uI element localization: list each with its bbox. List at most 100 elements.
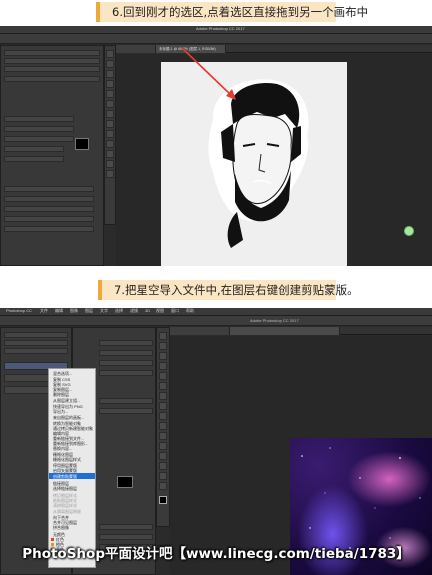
panel-row[interactable] xyxy=(4,340,68,346)
panel-row[interactable] xyxy=(4,332,68,338)
tool-button[interactable] xyxy=(106,80,114,88)
menu-item[interactable]: 编辑 xyxy=(55,308,63,314)
document-tab[interactable] xyxy=(116,45,156,53)
tool-button[interactable] xyxy=(159,432,167,440)
tool-button[interactable] xyxy=(159,382,167,390)
menu-item[interactable]: 窗口 xyxy=(171,308,179,314)
tool-button[interactable] xyxy=(106,110,114,118)
watermark: PhotoShop平面设计吧【www.linecg.com/tieba/1783… xyxy=(22,546,410,562)
tool-button[interactable] xyxy=(106,160,114,168)
panel-row[interactable] xyxy=(4,196,94,202)
tool-button[interactable] xyxy=(106,150,114,158)
menu-item[interactable]: 文字 xyxy=(100,308,108,314)
menu-item[interactable]: 帮助 xyxy=(186,308,194,314)
photoshop-screenshot-2: Photoshop CC 文件 编辑 图像 图层 文字 选择 滤镜 3D 视图 … xyxy=(0,308,432,575)
tool-button[interactable] xyxy=(159,482,167,490)
color-swatch[interactable] xyxy=(117,476,133,488)
document-tab-bar xyxy=(170,327,432,335)
tool-button[interactable] xyxy=(106,100,114,108)
tool-button[interactable] xyxy=(106,90,114,98)
tools-panel xyxy=(104,45,116,225)
tool-button[interactable] xyxy=(159,462,167,470)
menu-item[interactable]: 图像 xyxy=(70,308,78,314)
menu-item[interactable]: 视图 xyxy=(156,308,164,314)
window-title: Adobe Photoshop CC 2017 xyxy=(250,318,299,323)
tools-panel xyxy=(156,327,170,527)
create-clipping-mask-label: 创建剪贴蒙版 xyxy=(53,474,77,479)
step-7-band: 7.把星空导入文件中,在图层右键创建剪贴蒙版。 xyxy=(0,266,432,308)
step-6-caption: 6.回到刚才的选区,点着选区直接拖到另一个画布中 xyxy=(112,5,369,19)
tool-button[interactable] xyxy=(106,130,114,138)
document-tab-bar: 未标题-1 @ 66.7% (图层 1, RGB/8#) xyxy=(116,45,432,53)
menu-item[interactable]: 滤镜 xyxy=(130,308,138,314)
panel-row[interactable] xyxy=(99,524,153,530)
menu-item[interactable]: 选择链接图层 xyxy=(53,486,77,492)
panel-row[interactable] xyxy=(99,408,153,414)
layers-panel-left xyxy=(0,45,104,266)
tool-button[interactable] xyxy=(159,352,167,360)
document-tab-active[interactable]: 未标题-1 @ 66.7% (图层 1, RGB/8#) xyxy=(156,45,226,53)
foreground-color-swatch[interactable] xyxy=(159,496,167,504)
tool-button[interactable] xyxy=(159,422,167,430)
tool-button[interactable] xyxy=(159,372,167,380)
options-bar: Adobe Photoshop CC 2017 xyxy=(0,316,432,326)
panel-row[interactable] xyxy=(4,76,100,82)
tool-button[interactable] xyxy=(159,472,167,480)
panel-row[interactable] xyxy=(4,216,94,222)
options-bar xyxy=(0,34,432,44)
tool-button[interactable] xyxy=(159,342,167,350)
window-title: Adobe Photoshop CC 2017 xyxy=(196,26,245,31)
tool-button[interactable] xyxy=(159,362,167,370)
menu-item-highlighted[interactable]: 创建剪贴蒙版 xyxy=(49,473,95,479)
menu-item[interactable]: 图层 xyxy=(85,308,93,314)
photoshop-screenshot-1: Adobe Photoshop CC 2017 未标题-1 @ 66.7% (图… xyxy=(0,26,432,266)
panel-row[interactable] xyxy=(99,370,153,376)
panel-row[interactable] xyxy=(99,350,153,356)
layer-context-menu: 混合选项... 复制 CSS 复制 SVG 复制图层... 删除图层 从图层建立… xyxy=(48,368,96,568)
tool-button[interactable] xyxy=(159,442,167,450)
tool-button[interactable] xyxy=(106,50,114,58)
portrait-image xyxy=(208,79,309,248)
panel-row[interactable] xyxy=(4,58,100,64)
document-tab[interactable] xyxy=(170,327,230,335)
panel-row[interactable] xyxy=(99,340,153,346)
panel-row[interactable] xyxy=(4,348,68,354)
tool-button[interactable] xyxy=(159,402,167,410)
color-swatch[interactable] xyxy=(75,138,89,150)
tool-button[interactable] xyxy=(106,60,114,68)
panel-row[interactable] xyxy=(4,156,64,162)
panel-row[interactable] xyxy=(99,360,153,366)
menu-item[interactable]: 拼合图像 xyxy=(53,525,69,531)
tool-button[interactable] xyxy=(159,452,167,460)
tool-button[interactable] xyxy=(159,392,167,400)
green-indicator xyxy=(404,226,414,236)
panel-row[interactable] xyxy=(4,126,74,132)
tool-button[interactable] xyxy=(106,70,114,78)
tool-button[interactable] xyxy=(159,332,167,340)
tool-button[interactable] xyxy=(106,140,114,148)
tool-button[interactable] xyxy=(159,412,167,420)
app-name: Photoshop CC xyxy=(6,308,33,313)
panel-row[interactable] xyxy=(4,186,94,192)
panel-row[interactable] xyxy=(4,66,100,72)
step-7-caption: 7.把星空导入文件中,在图层右键创建剪贴蒙版。 xyxy=(114,283,359,297)
panel-row[interactable] xyxy=(4,226,94,232)
panel-row[interactable] xyxy=(4,116,74,122)
panel-row[interactable] xyxy=(4,146,64,152)
document-canvas[interactable] xyxy=(161,62,347,266)
document-tab-active[interactable] xyxy=(230,327,340,335)
tool-button[interactable] xyxy=(106,170,114,178)
menu-item[interactable]: 选择 xyxy=(115,308,123,314)
tool-button[interactable] xyxy=(106,120,114,128)
step-6-caption-bar: 6.回到刚才的选区,点着选区直接拖到另一个画布中 xyxy=(96,2,368,22)
panel-row[interactable] xyxy=(99,398,153,404)
panel-row[interactable] xyxy=(4,206,94,212)
panel-row[interactable] xyxy=(4,136,74,142)
step-6-band: 6.回到刚才的选区,点着选区直接拖到另一个画布中 xyxy=(0,0,432,26)
menu-item[interactable]: 文件 xyxy=(40,308,48,314)
step-7-caption-bar: 7.把星空导入文件中,在图层右键创建剪贴蒙版。 xyxy=(98,280,359,300)
menu-bar: Photoshop CC 文件 编辑 图像 图层 文字 选择 滤镜 3D 视图 … xyxy=(0,308,432,316)
menu-item[interactable]: 3D xyxy=(145,308,150,313)
menu-bar: Adobe Photoshop CC 2017 xyxy=(0,26,432,34)
panel-row[interactable] xyxy=(4,50,100,56)
